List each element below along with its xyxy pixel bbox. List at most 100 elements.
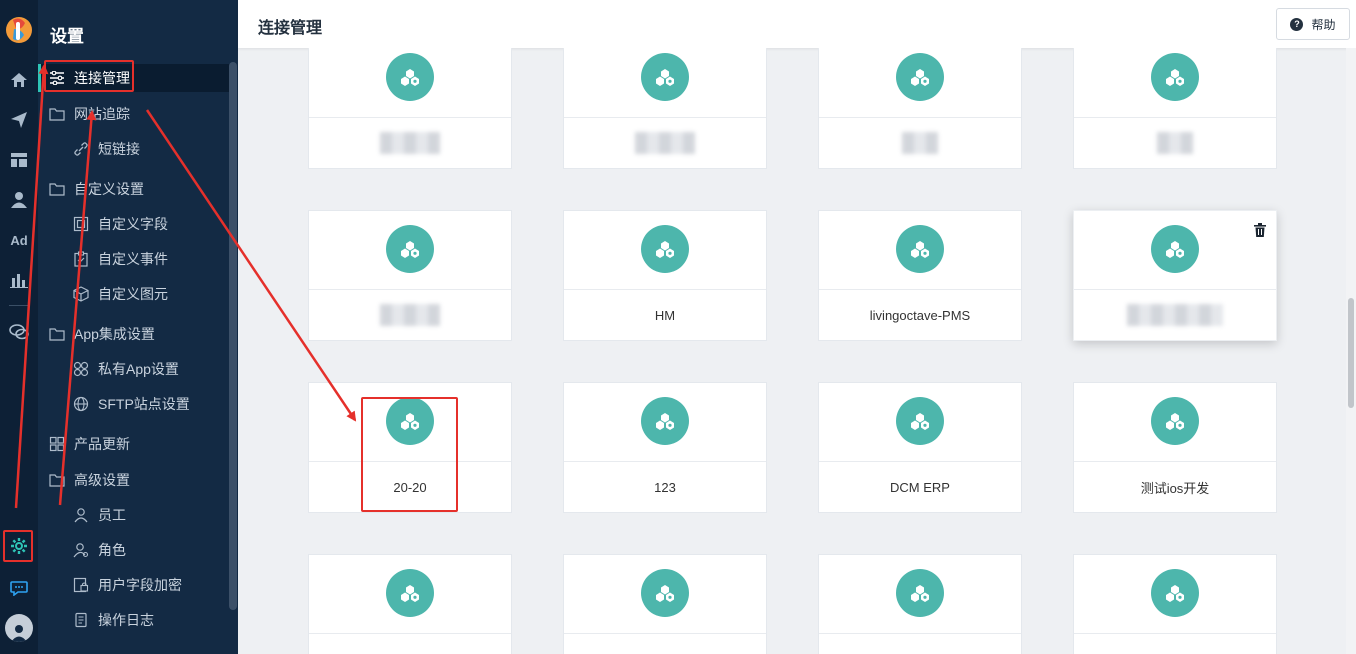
connection-card[interactable] — [1073, 554, 1277, 654]
connection-card[interactable]: DCM ERP — [818, 382, 1022, 513]
encrypt-icon — [72, 576, 90, 594]
connection-name — [309, 117, 511, 169]
sidebar-item-product-updates[interactable]: 产品更新 — [38, 430, 230, 458]
redacted-name — [380, 132, 440, 154]
connection-icon — [386, 53, 434, 101]
connection-icon — [641, 225, 689, 273]
connection-icon — [1151, 53, 1199, 101]
event-icon — [72, 250, 90, 268]
annotation-box-settings — [3, 530, 33, 562]
user-icon[interactable] — [7, 188, 31, 212]
sidebar-item-label: 员工 — [98, 507, 126, 523]
sidebar-item-custom-element[interactable]: 自定义图元 — [38, 280, 230, 308]
app-logo[interactable] — [4, 14, 34, 46]
help-label: 帮助 — [1311, 17, 1336, 32]
sidebar-item-label: 产品更新 — [74, 436, 130, 452]
sidebar-item-private-app[interactable]: 私有App设置 — [38, 355, 230, 383]
connection-card[interactable] — [1073, 210, 1277, 341]
connection-icon — [386, 569, 434, 617]
sidebar-item-role[interactable]: 角色 — [38, 536, 230, 564]
rail-divider — [9, 305, 29, 306]
layout-icon[interactable] — [7, 148, 31, 172]
connection-name — [819, 633, 1021, 654]
help-button[interactable]: ? 帮助 — [1276, 8, 1350, 40]
role-icon — [72, 541, 90, 559]
sidebar-item-label: 私有App设置 — [98, 361, 179, 377]
connection-card[interactable] — [818, 554, 1022, 654]
question-icon: ? — [1290, 17, 1304, 31]
connection-name: HM — [654, 307, 676, 323]
trash-icon[interactable] — [1254, 223, 1266, 237]
connection-card[interactable]: livingoctave-PMS — [818, 210, 1022, 341]
scrollbar-thumb[interactable] — [1348, 298, 1354, 408]
connection-name: 测试ios开发 — [1140, 480, 1210, 496]
connection-icon — [641, 53, 689, 101]
apps-icon — [72, 360, 90, 378]
redacted-name — [380, 304, 440, 326]
connection-name — [1074, 289, 1276, 341]
top-bar: 连接管理 ? 帮助 — [238, 0, 1356, 48]
sidebar-item-site-tracking[interactable]: 网站追踪 — [38, 100, 230, 128]
redacted-name — [635, 132, 695, 154]
folder-icon — [48, 180, 66, 198]
connection-card[interactable] — [563, 554, 767, 654]
connection-card[interactable]: 测试ios开发 — [1073, 382, 1277, 513]
chat-icon[interactable] — [7, 320, 31, 344]
sidebar-item-custom-settings[interactable]: 自定义设置 — [38, 175, 230, 203]
connection-icon — [1151, 225, 1199, 273]
connection-card[interactable] — [818, 48, 1022, 169]
connection-icon — [896, 225, 944, 273]
redacted-name — [1157, 132, 1193, 154]
sidebar-item-app-integration[interactable]: App集成设置 — [38, 320, 230, 348]
sidebar-item-sftp[interactable]: SFTP站点设置 — [38, 390, 230, 418]
connection-name — [819, 117, 1021, 169]
connection-card[interactable] — [563, 48, 767, 169]
connection-icon — [641, 569, 689, 617]
redacted-name — [1127, 304, 1223, 326]
annotation-box-sidebar — [44, 60, 134, 92]
sidebar-item-operation-log[interactable]: 操作日志 — [38, 606, 230, 634]
sidebar-item-label: 自定义图元 — [98, 286, 168, 302]
redacted-name — [902, 132, 938, 154]
folder-icon — [48, 325, 66, 343]
connection-card[interactable]: 123 — [563, 382, 767, 513]
message-icon[interactable] — [7, 576, 31, 600]
sidebar-item-label: SFTP站点设置 — [98, 396, 190, 412]
connection-name — [309, 633, 511, 654]
content-scrollbar[interactable] — [1346, 48, 1356, 654]
sidebar-item-label: 用户字段加密 — [98, 577, 182, 593]
chart-icon[interactable] — [7, 268, 31, 292]
ad-icon[interactable]: Ad — [7, 228, 31, 252]
connection-name: livingoctave-PMS — [869, 307, 971, 323]
connection-icon — [896, 397, 944, 445]
log-icon — [72, 611, 90, 629]
sidebar-item-staff[interactable]: 员工 — [38, 501, 230, 529]
sidebar-item-field-encryption[interactable]: 用户字段加密 — [38, 571, 230, 599]
cube-icon — [72, 285, 90, 303]
page-title: 连接管理 — [258, 20, 323, 37]
globe-icon — [72, 395, 90, 413]
home-icon[interactable] — [7, 68, 31, 92]
connection-card[interactable] — [308, 48, 512, 169]
sidebar-scrollbar[interactable] — [229, 62, 237, 610]
connection-card[interactable] — [1073, 48, 1277, 169]
sidebar-item-short-link[interactable]: 短链接 — [38, 135, 230, 163]
sidebar-item-advanced[interactable]: 高级设置 — [38, 466, 230, 494]
sidebar-item-label: 自定义字段 — [98, 216, 168, 232]
sidebar-title: 设置 — [50, 27, 84, 46]
send-icon[interactable] — [7, 108, 31, 132]
sidebar-item-custom-event[interactable]: 自定义事件 — [38, 245, 230, 273]
connections-grid: HM livingoctave-PMS 20-20 123 DCM ERP 测试ios开发 — [238, 48, 1342, 654]
connection-name: 123 — [654, 479, 676, 495]
connection-card[interactable] — [308, 554, 512, 654]
sidebar-item-label: 网站追踪 — [74, 106, 130, 122]
avatar-icon[interactable] — [5, 614, 33, 642]
sidebar-item-label: 短链接 — [98, 141, 140, 157]
sidebar-item-custom-field[interactable]: 自定义字段 — [38, 210, 230, 238]
user-icon — [72, 506, 90, 524]
connection-icon — [1151, 569, 1199, 617]
connection-name — [1074, 117, 1276, 169]
connection-icon — [641, 397, 689, 445]
connection-card[interactable]: HM — [563, 210, 767, 341]
connection-card[interactable] — [308, 210, 512, 341]
